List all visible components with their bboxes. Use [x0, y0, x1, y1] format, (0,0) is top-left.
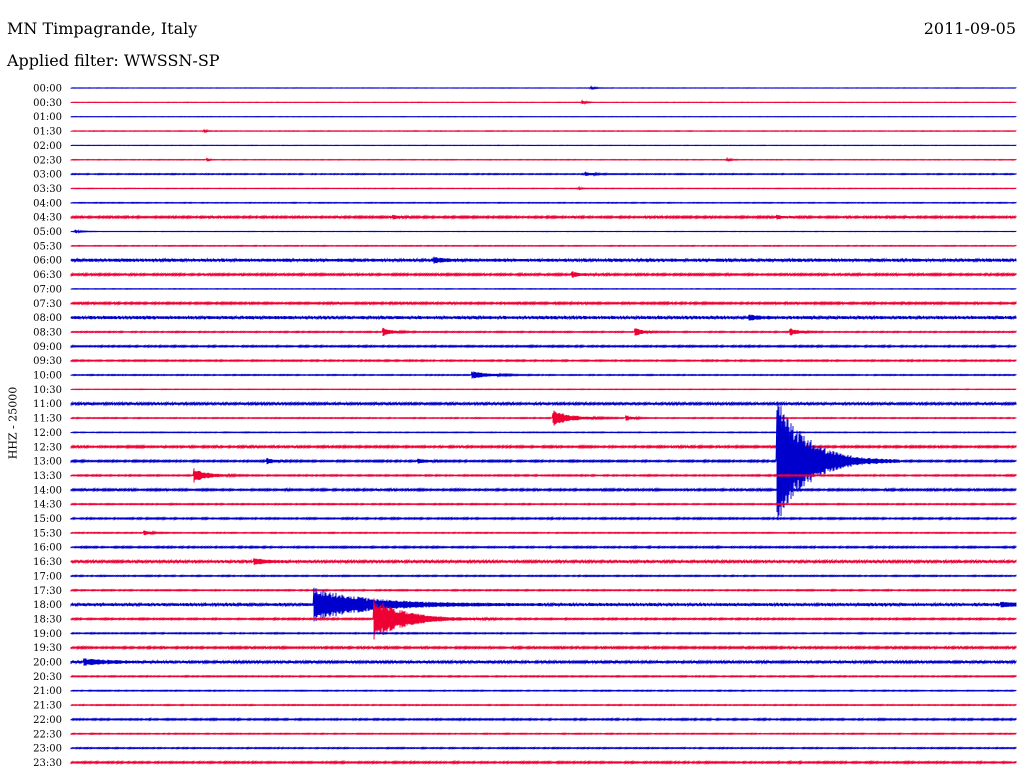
- trace-line: [70, 689, 1017, 693]
- time-tick-label: 10:00: [33, 371, 62, 382]
- time-tick-label: 01:30: [33, 127, 62, 138]
- time-tick-label: 07:00: [33, 284, 62, 295]
- trace-line: [70, 343, 1017, 349]
- trace-line: [70, 388, 1017, 391]
- trace-line: [70, 156, 1017, 163]
- trace-line: [70, 516, 1017, 521]
- trace-line: [70, 703, 1017, 707]
- time-tick-label: 14:00: [33, 485, 62, 496]
- trace-line: [70, 327, 1017, 337]
- time-tick-label: 16:00: [33, 543, 62, 554]
- time-tick-label: 03:00: [33, 170, 62, 181]
- time-tick-label: 08:30: [33, 327, 62, 338]
- time-tick-label: 13:30: [33, 471, 62, 482]
- time-tick-label: 02:30: [33, 155, 62, 166]
- trace-line: [70, 444, 1017, 450]
- time-tick-label: 20:30: [33, 672, 62, 683]
- trace-line: [70, 271, 1017, 278]
- trace-line: [70, 431, 1017, 434]
- time-tick-label: 17:00: [33, 571, 62, 582]
- trace-line: [70, 587, 1017, 622]
- trace-line: [70, 544, 1017, 550]
- time-tick-label: 21:30: [33, 701, 62, 712]
- time-tick-label: 19:30: [33, 643, 62, 654]
- time-tick-label: 19:00: [33, 629, 62, 640]
- trace-line: [70, 746, 1017, 750]
- trace-line: [70, 502, 1017, 506]
- trace-line: [70, 244, 1017, 248]
- trace-line: [70, 530, 1017, 536]
- trace-line: [70, 717, 1017, 722]
- time-tick-label: 12:00: [33, 428, 62, 439]
- time-tick-label: 09:00: [33, 342, 62, 353]
- trace-line: [70, 99, 1017, 105]
- time-tick-label: 01:00: [33, 112, 62, 123]
- time-tick-label: 07:30: [33, 299, 62, 310]
- trace-line: [70, 410, 1017, 426]
- time-tick-label: 04:00: [33, 198, 62, 209]
- time-tick-label: 18:30: [33, 614, 62, 625]
- time-tick-label: 05:00: [33, 227, 62, 238]
- time-tick-label: 22:00: [33, 715, 62, 726]
- time-tick-label: 02:00: [33, 141, 62, 152]
- trace-line: [70, 558, 1017, 565]
- time-tick-label: 13:00: [33, 457, 62, 468]
- trace-line: [70, 214, 1017, 220]
- trace-line: [70, 644, 1017, 651]
- time-tick-label: 23:00: [33, 744, 62, 755]
- trace-line: [70, 371, 1017, 379]
- time-tick-label: 15:30: [33, 528, 62, 539]
- time-tick-label: 18:00: [33, 600, 62, 611]
- trace-line: [70, 256, 1017, 264]
- trace-line: [70, 401, 1017, 521]
- time-tick-label: 06:00: [33, 256, 62, 267]
- time-tick-label: 16:30: [33, 557, 62, 568]
- time-tick-label: 17:30: [33, 586, 62, 597]
- trace-line: [70, 287, 1017, 290]
- trace-line: [70, 400, 1017, 407]
- time-tick-label: 12:30: [33, 442, 62, 453]
- trace-line: [70, 732, 1017, 736]
- trace-line: [70, 468, 1017, 483]
- time-tick-label: 11:30: [33, 414, 62, 425]
- trace-line: [70, 588, 1017, 593]
- time-tick-label: 20:00: [33, 658, 62, 669]
- trace-line: [70, 171, 1017, 177]
- time-tick-label: 09:30: [33, 356, 62, 367]
- time-tick-label: 11:00: [33, 399, 62, 410]
- time-tick-label: 14:30: [33, 500, 62, 511]
- trace-line: [70, 185, 1017, 191]
- time-tick-label: 15:00: [33, 514, 62, 525]
- time-tick-label: 03:30: [33, 184, 62, 195]
- time-tick-label: 00:30: [33, 98, 62, 109]
- trace-line: [70, 85, 1017, 91]
- trace-line: [70, 759, 1017, 766]
- time-tick-label: 08:00: [33, 313, 62, 324]
- trace-line: [70, 300, 1017, 306]
- trace-line: [70, 358, 1017, 363]
- helicorder-plot: 00:00 00:30 01:00 01:30 02:00 02:30 03:00 03:30…: [33, 84, 1017, 769]
- trace-line: [70, 658, 1017, 666]
- time-tick-label: 04:30: [33, 213, 62, 224]
- time-tick-label: 06:30: [33, 270, 62, 281]
- time-tick-label: 00:00: [33, 84, 62, 95]
- time-tick-label: 21:00: [33, 686, 62, 697]
- trace-line: [70, 314, 1017, 321]
- trace-line: [70, 631, 1017, 636]
- trace-line: [70, 228, 1017, 234]
- time-tick-label: 10:30: [33, 385, 62, 396]
- trace-line: [70, 201, 1017, 205]
- trace-line: [70, 487, 1017, 493]
- time-tick-label: 23:30: [33, 758, 62, 769]
- time-tick-label: 22:30: [33, 729, 62, 740]
- trace-line: [70, 128, 1017, 134]
- time-tick-label: 05:30: [33, 241, 62, 252]
- trace-line: [70, 674, 1017, 679]
- trace-line: [70, 574, 1017, 578]
